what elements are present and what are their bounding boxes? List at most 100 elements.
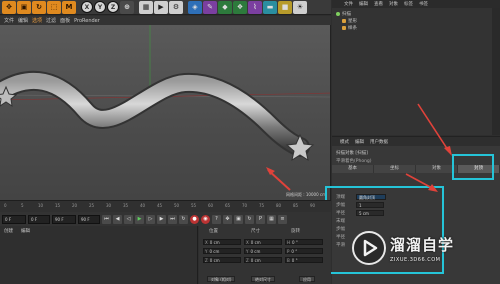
y-axis-lock-button[interactable]: Y — [94, 1, 106, 13]
position-key-icon[interactable]: ✥ — [223, 214, 232, 224]
record-icon[interactable]: ● — [190, 214, 199, 224]
mat-menu-edit[interactable]: 编辑 — [21, 228, 30, 234]
watermark-text: 溜溜自学 ZIXUE.3D66.COM — [390, 234, 454, 263]
mat-menu-create[interactable]: 创建 — [4, 228, 13, 234]
timeline-menu-icon[interactable]: ≡ — [278, 214, 287, 224]
recent-tool-button[interactable]: M — [62, 0, 76, 14]
tab-basic[interactable]: 基本 — [332, 165, 374, 173]
cinema4d-window: ✥ ▣ ↻ ⬚ M X Y Z ⊕ ▦ ▶ ⚙ ◈ ✎ ◆ ❖ ⌇ ▬ ■ ☀ … — [0, 0, 500, 284]
start-frame-field[interactable]: 0 F — [2, 214, 26, 224]
subdivision-surface-icon[interactable]: ◆ — [218, 0, 232, 14]
move-tool-icon[interactable]: ✥ — [2, 0, 16, 14]
om-menu-edit[interactable]: 编辑 — [359, 1, 368, 7]
size-y-field[interactable]: Y0 cm — [244, 247, 282, 254]
loop-icon[interactable]: ↻ — [179, 214, 188, 224]
watermark: 溜溜自学 ZIXUE.3D66.COM — [352, 226, 472, 270]
spline-icon — [342, 25, 346, 30]
pos-z-field[interactable]: Z0 cm — [203, 256, 241, 263]
object-row-spline[interactable]: 样条 — [342, 24, 357, 31]
material-manager: 创建 编辑 — [0, 226, 198, 284]
menu-item-filter[interactable]: 过滤 — [46, 17, 56, 24]
pos-y-field[interactable]: Y0 cm — [203, 247, 241, 254]
pen-spline-icon[interactable]: ✎ — [203, 0, 217, 14]
auto-key-icon[interactable]: ◉ — [201, 214, 210, 224]
timeline-ruler[interactable]: 0 5 10 15 20 25 30 35 40 45 50 55 60 65 … — [0, 200, 331, 212]
3d-viewport[interactable]: 网格间距 : 10000 cm — [0, 25, 331, 200]
om-menu-view[interactable]: 查看 — [374, 1, 383, 7]
object-row-star[interactable]: 星形 — [342, 17, 357, 24]
object-manager-menu: 文件 编辑 查看 对象 标签 书签 — [332, 0, 500, 8]
go-to-start-icon[interactable]: ⏮ — [102, 214, 111, 224]
watermark-title: 溜溜自学 — [390, 235, 455, 254]
pos-x-field[interactable]: X0 cm — [203, 238, 241, 245]
max-frame-field[interactable]: 90 F — [78, 214, 100, 224]
coord-header-position: 位置 — [209, 229, 218, 234]
cube-object-icon[interactable]: ◈ — [188, 0, 202, 14]
material-manager-menu: 创建 编辑 — [4, 228, 30, 234]
menu-item-options[interactable]: 选项 — [32, 17, 42, 24]
prev-key-icon[interactable]: ◀ — [113, 214, 122, 224]
coordinate-manager: 位置 尺寸 旋转 X0 cm X0 cm H0 ° Y0 cm Y0 cm P0… — [199, 226, 331, 284]
next-key-icon[interactable]: ▶ — [157, 214, 166, 224]
end-frame-field[interactable]: 90 F — [52, 214, 76, 224]
cloner-icon[interactable]: ❖ — [233, 0, 247, 14]
rotation-key-icon[interactable]: ↻ — [245, 214, 254, 224]
attribute-title: 扫描对象 [扫描] — [336, 151, 368, 156]
coord-header-rotation: 旋转 — [291, 229, 300, 234]
annotation-arrow-caps-tab — [417, 103, 452, 156]
rot-b-field[interactable]: B0 ° — [285, 256, 323, 263]
am-menu-userdata[interactable]: 用户数据 — [370, 139, 388, 145]
coord-apply-button[interactable]: 应用 — [299, 276, 315, 282]
om-menu-file[interactable]: 文件 — [344, 1, 353, 7]
am-menu-mode[interactable]: 模式 — [340, 139, 349, 145]
go-to-end-icon[interactable]: ⏭ — [168, 214, 177, 224]
menu-item-view[interactable]: 文件 — [4, 17, 14, 24]
coord-mode-dropdown[interactable]: 对象 (相对) — [207, 276, 236, 282]
select-tool-icon[interactable]: ⬚ — [47, 0, 61, 14]
viewport-scene — [0, 25, 330, 191]
om-menu-tags[interactable]: 标签 — [404, 1, 413, 7]
floor-icon[interactable]: ▬ — [263, 0, 277, 14]
om-menu-objects[interactable]: 对象 — [389, 1, 398, 7]
render-settings-icon[interactable]: ⚙ — [169, 0, 183, 14]
z-axis-lock-button[interactable]: Z — [107, 1, 119, 13]
render-view-icon[interactable]: ▶ — [154, 0, 168, 14]
param-key-icon[interactable]: P — [256, 214, 265, 224]
pla-key-icon[interactable]: ▦ — [267, 214, 276, 224]
menu-item-panel[interactable]: 面板 — [60, 17, 70, 24]
play-icon[interactable]: ▶ — [135, 214, 144, 224]
size-x-field[interactable]: X0 cm — [244, 238, 282, 245]
size-z-field[interactable]: Z0 cm — [244, 256, 282, 263]
play-logo-icon — [352, 231, 386, 265]
rot-h-field[interactable]: H0 ° — [285, 238, 323, 245]
rotate-tool-icon[interactable]: ↻ — [32, 0, 46, 14]
main-toolbar: ✥ ▣ ↻ ⬚ M X Y Z ⊕ ▦ ▶ ⚙ ◈ ✎ ◆ ❖ ⌇ ▬ ■ ☀ — [0, 0, 331, 15]
am-menu-edit[interactable]: 编辑 — [355, 139, 364, 145]
scale-tool-icon[interactable]: ▣ — [17, 0, 31, 14]
next-frame-icon[interactable]: ▷ — [146, 214, 155, 224]
object-row-sweep[interactable]: 扫描 — [336, 10, 351, 17]
transport-bar: 0 F 0 F 90 F 90 F ⏮ ◀ ◁ ▶ ▷ ▶ ⏭ ↻ ● ◉ ? … — [0, 212, 331, 226]
viewport-menubar: 文件 编辑 选项 过滤 面板 ProRender — [0, 16, 331, 25]
grid-spacing-label: 网格间距 : 10000 cm — [286, 192, 326, 197]
light-icon[interactable]: ☀ — [293, 0, 307, 14]
keyframe-selection-icon[interactable]: ? — [212, 214, 221, 224]
render-region-icon[interactable]: ▦ — [139, 0, 153, 14]
scale-key-icon[interactable]: ▣ — [234, 214, 243, 224]
menu-item-prorender[interactable]: ProRender — [74, 18, 100, 24]
object-manager-side-tabs[interactable] — [492, 8, 500, 135]
prev-frame-icon[interactable]: ◁ — [124, 214, 133, 224]
deformer-icon[interactable]: ⌇ — [248, 0, 262, 14]
coord-size-dropdown[interactable]: 绝对尺寸 — [251, 276, 275, 282]
x-axis-lock-button[interactable]: X — [81, 1, 93, 13]
om-menu-bookmarks[interactable]: 书签 — [419, 1, 428, 7]
rot-p-field[interactable]: P0 ° — [285, 247, 323, 254]
coord-row-x: X0 cm X0 cm H0 ° — [203, 238, 323, 245]
menu-item-cameras[interactable]: 编辑 — [18, 17, 28, 24]
coordinate-system-icon[interactable]: ⊕ — [120, 0, 134, 14]
coord-header-size: 尺寸 — [251, 229, 260, 234]
camera-icon[interactable]: ■ — [278, 0, 292, 14]
watermark-url: ZIXUE.3D66.COM — [390, 256, 441, 263]
current-frame-field[interactable]: 0 F — [28, 214, 50, 224]
spline-star-icon — [342, 18, 346, 23]
